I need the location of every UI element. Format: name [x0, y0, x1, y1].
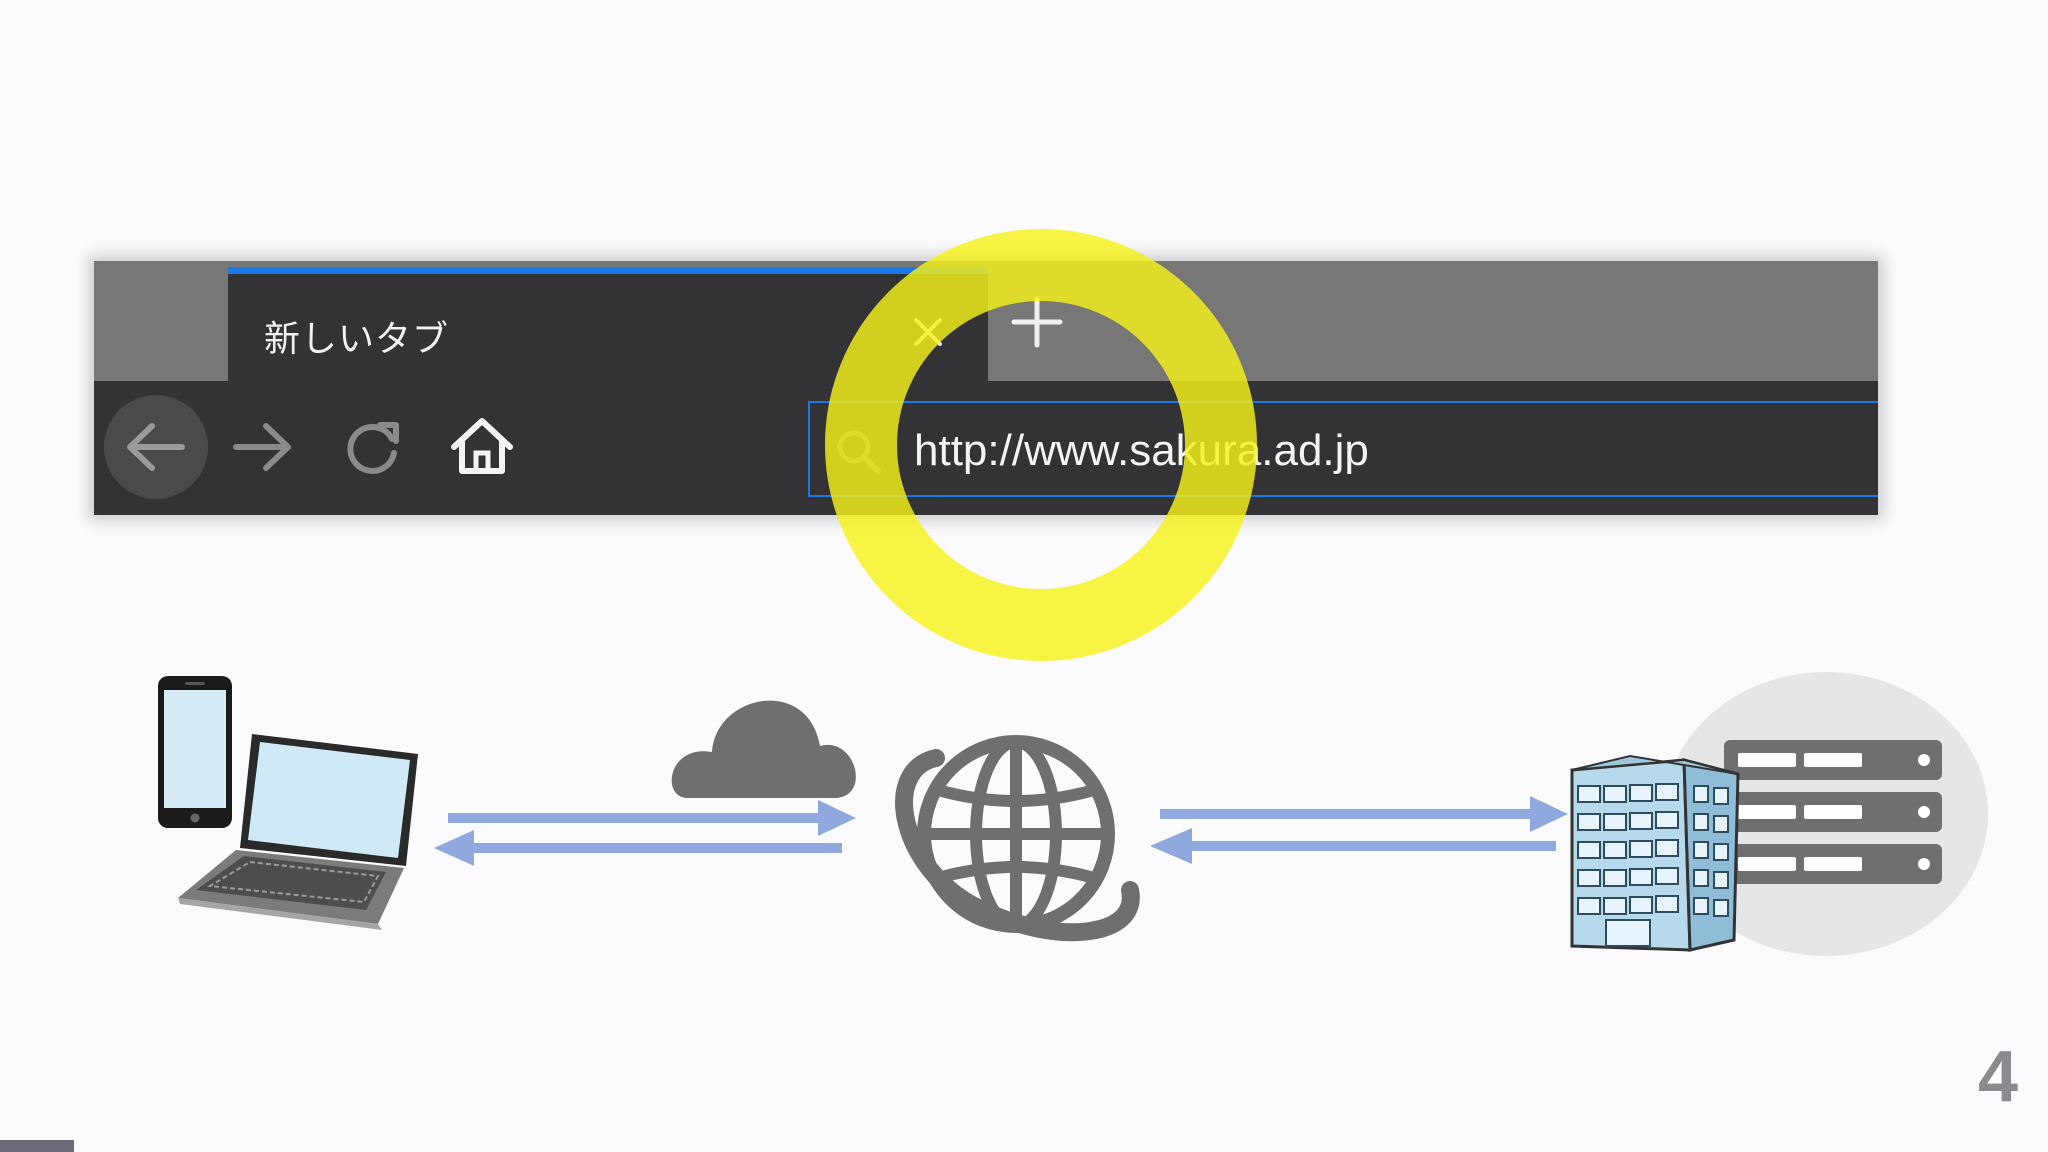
network-diagram — [158, 672, 1988, 956]
slide: 新しいタブ http://www.sakura.ad.jp 4 — [0, 0, 2048, 1152]
cloud-icon — [671, 700, 856, 798]
office-building-icon — [1570, 754, 1740, 952]
arrow-left-icon — [1150, 828, 1556, 864]
corner-accent-bar — [0, 1140, 74, 1152]
arrow-right-icon — [448, 800, 856, 836]
smartphone-icon — [158, 676, 232, 828]
page-number: 4 — [1977, 1037, 2018, 1117]
arrow-right-icon — [1160, 796, 1568, 832]
globe-icon — [895, 735, 1140, 942]
arrow-left-icon — [434, 830, 842, 866]
